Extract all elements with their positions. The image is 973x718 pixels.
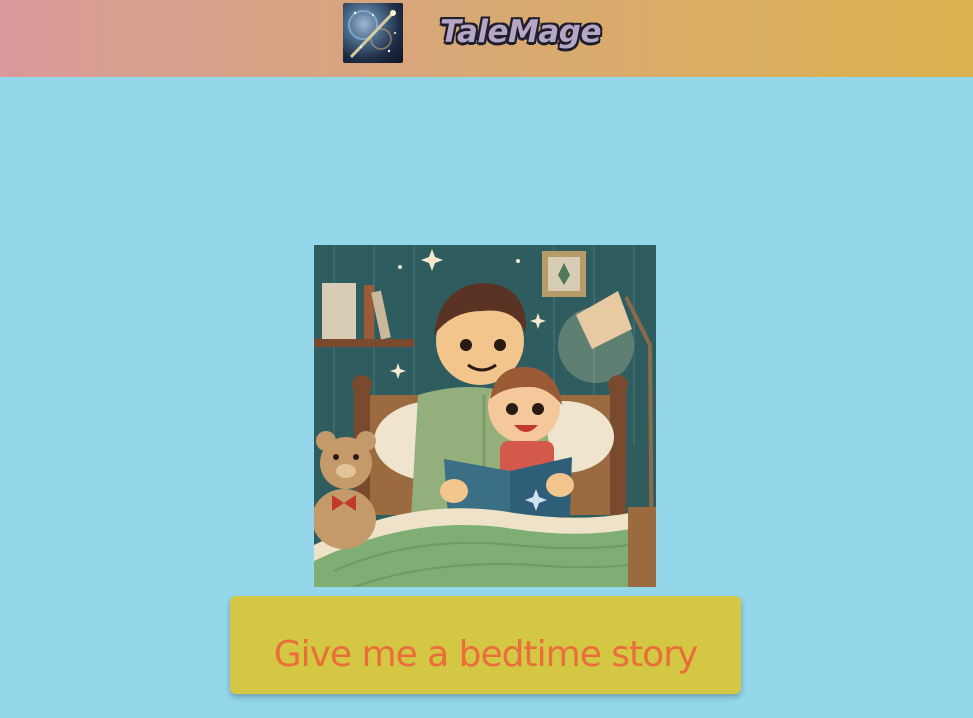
bedtime-story-illustration — [314, 245, 656, 587]
bedtime-story-button-label: Give me a bedtime story — [273, 634, 699, 675]
magic-wand-logo-icon[interactable] — [343, 3, 403, 63]
bedtime-story-button[interactable]: Give me a bedtime story — [230, 596, 741, 694]
app-header: TaleMage — [0, 0, 973, 77]
brand-name: TaleMage — [440, 14, 602, 50]
